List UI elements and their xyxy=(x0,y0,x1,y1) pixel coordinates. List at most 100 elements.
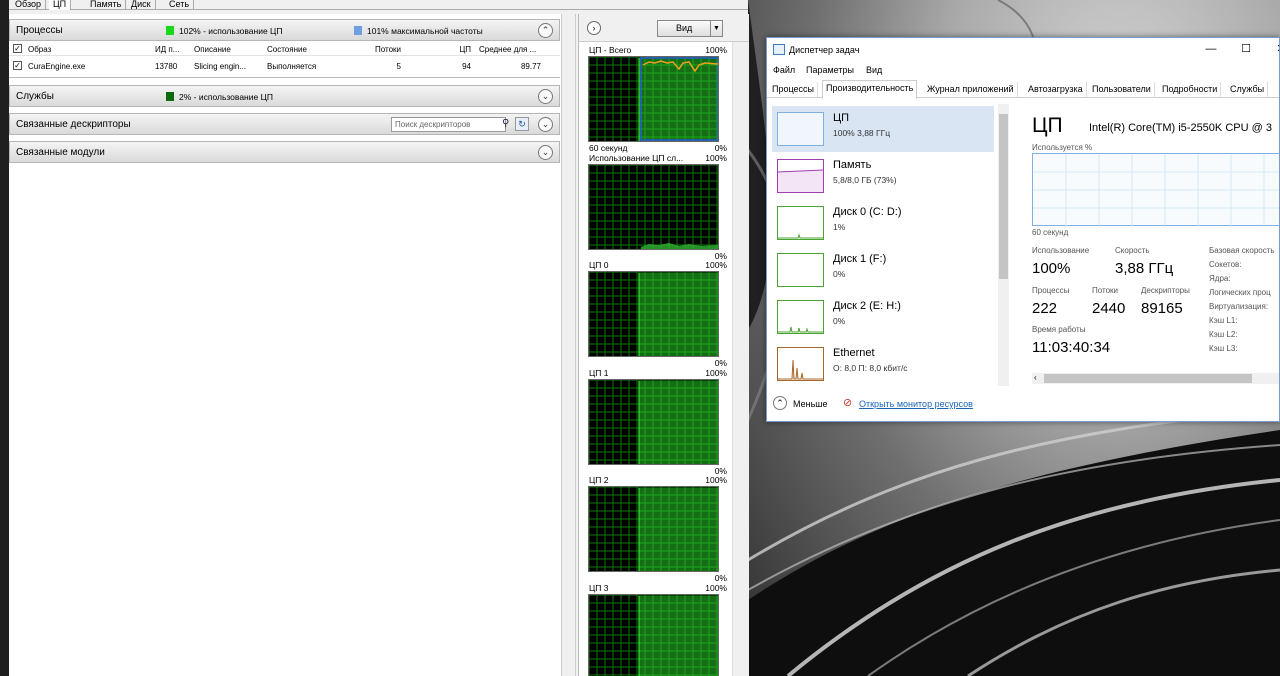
sidebar-item-label: Диск 1 (F:) xyxy=(833,253,887,265)
table-row[interactable]: ✓ CuraEngine.exe 13780 Slicing engin... … xyxy=(9,59,560,73)
resmon-left-pane: Процессы 102% - использование ЦП 101% ма… xyxy=(9,14,561,676)
disk-2-thumbnail xyxy=(777,300,824,334)
sidebar-item-value: 0% xyxy=(833,269,846,279)
sidebar-item-value: 0% xyxy=(833,316,846,326)
menu-file[interactable]: Файл xyxy=(773,65,795,75)
graph-min-label: 0% xyxy=(714,573,727,583)
sidebar-item-label: Диск 0 (C: D:) xyxy=(833,206,902,218)
minimize-icon[interactable]: — xyxy=(1201,42,1221,56)
graph-max-label: 100% xyxy=(705,368,727,378)
processes-section-header[interactable]: Процессы 102% - использование ЦП 101% ма… xyxy=(9,19,560,41)
speed-value: 3,88 ГГц xyxy=(1115,260,1174,277)
sidebar-item-value: 100% 3,88 ГГц xyxy=(833,128,891,138)
chevron-down-icon[interactable]: ⌄ xyxy=(538,145,553,160)
services-section-header[interactable]: Службы 2% - использование ЦП ⌄ xyxy=(9,85,560,107)
graph-pane-toolbar: › Вид ▼ xyxy=(579,14,749,42)
graph-max-label: 100% xyxy=(705,153,727,163)
chevron-up-icon[interactable]: ⌃ xyxy=(773,396,787,410)
tab-app-history[interactable]: Журнал приложений xyxy=(924,82,1018,98)
graph-scrollbar[interactable] xyxy=(732,42,749,676)
detail-sockets: Сокетов: xyxy=(1209,260,1242,269)
cpu-usage-graph xyxy=(1032,153,1279,227)
disk-0-thumbnail xyxy=(777,206,824,240)
menu-view[interactable]: Вид xyxy=(866,65,882,75)
fewer-details-button[interactable]: Меньше xyxy=(793,399,828,409)
menu-options[interactable]: Параметры xyxy=(806,65,854,75)
sidebar-scrollbar[interactable] xyxy=(998,104,1009,386)
refresh-icon[interactable]: ↻ xyxy=(515,117,529,131)
tab-processes[interactable]: Процессы xyxy=(769,82,819,98)
sidebar-item-disk-2[interactable]: Диск 2 (E: H:) 0% xyxy=(772,294,994,340)
maximize-icon[interactable]: ☐ xyxy=(1236,42,1256,56)
task-manager-icon xyxy=(773,44,785,55)
sidebar-item-ethernet[interactable]: Ethernet О: 8,0 П: 8,0 кбит/с xyxy=(772,341,994,387)
processes-value: 222 xyxy=(1032,300,1058,317)
handles-value: 89165 xyxy=(1141,300,1183,317)
tab-startup[interactable]: Автозагрузка xyxy=(1025,82,1087,98)
services-usage-text: 2% - использование ЦП xyxy=(179,92,273,102)
col-cpu[interactable]: ЦП xyxy=(419,45,471,54)
detail-cores: Ядра: xyxy=(1209,274,1231,283)
chevron-down-icon[interactable]: ⌄ xyxy=(538,117,553,132)
open-resource-monitor-link[interactable]: Открыть монитор ресурсов xyxy=(859,399,973,409)
detail-l2: Кэш L2: xyxy=(1209,330,1238,339)
graph-footer: 60 секунд xyxy=(1032,228,1069,237)
scroll-left-icon[interactable]: ‹ xyxy=(1034,373,1037,382)
modules-section-header[interactable]: Связанные модули ⌄ xyxy=(9,141,560,163)
view-dropdown[interactable]: Вид ▼ xyxy=(657,20,723,37)
cpu-graph xyxy=(588,486,719,572)
dropdown-arrow-icon[interactable]: ▼ xyxy=(710,21,722,36)
sidebar-item-label: Диск 2 (E: H:) xyxy=(833,300,901,312)
collapse-up-icon[interactable]: ⌃ xyxy=(538,23,553,38)
tab-disk[interactable]: Диск xyxy=(127,0,156,10)
tab-network[interactable]: Сеть xyxy=(165,0,195,10)
cpu-model: Intel(R) Core(TM) i5-2550K CPU @ 3 xyxy=(1089,122,1272,134)
chevron-down-icon[interactable]: ⌄ xyxy=(538,89,553,104)
cell-cpu: 94 xyxy=(462,62,471,71)
pane-splitter[interactable] xyxy=(561,14,576,676)
col-pid[interactable]: ИД п... xyxy=(155,45,191,54)
detail-horizontal-scrollbar[interactable]: ‹ xyxy=(1032,373,1279,384)
sidebar-item-value: 5,8/8,0 ГБ (73%) xyxy=(833,175,897,185)
horizontal-scroll-thumb[interactable] xyxy=(1044,374,1252,383)
window-title: Диспетчер задач xyxy=(789,45,860,55)
select-all-checkbox[interactable]: ✓ xyxy=(13,44,22,53)
threads-label: Потоки xyxy=(1092,286,1119,295)
handles-section-header[interactable]: Связанные дескрипторы Поиск дескрипторов… xyxy=(9,113,560,135)
sidebar-item-label: ЦП xyxy=(833,112,850,124)
chevron-right-icon[interactable]: › xyxy=(587,21,601,35)
desktop-left-strip xyxy=(0,0,9,676)
tab-performance[interactable]: Производительность xyxy=(822,80,918,99)
resmon-graph-pane: › Вид ▼ ЦП - Всего 100% 60 секунд 0% Использ… xyxy=(578,14,749,676)
cpu-graph xyxy=(588,379,719,465)
usage-value: 100% xyxy=(1032,260,1071,277)
graph-title: ЦП 1 xyxy=(589,368,609,378)
graph-max-label: 100% xyxy=(705,475,727,485)
sidebar-item-memory[interactable]: Память 5,8/8,0 ГБ (73%) xyxy=(772,153,994,199)
sidebar-item-cpu[interactable]: ЦП 100% 3,88 ГГц xyxy=(772,106,994,152)
handles-search-input[interactable]: Поиск дескрипторов xyxy=(391,117,506,132)
col-image[interactable]: Образ xyxy=(28,45,138,54)
col-description[interactable]: Описание xyxy=(194,45,256,54)
col-state[interactable]: Состояние xyxy=(267,45,337,54)
resmon-tab-bar: Обзор ЦП Память Диск Сеть xyxy=(9,0,748,10)
sidebar-item-disk-0[interactable]: Диск 0 (C: D:) 1% xyxy=(772,200,994,246)
tab-overview[interactable]: Обзор xyxy=(11,0,46,10)
detail-base-speed: Базовая скорость xyxy=(1209,246,1275,255)
cpu-graph xyxy=(588,164,719,250)
row-checkbox[interactable]: ✓ xyxy=(13,61,22,70)
memory-thumbnail xyxy=(777,159,824,193)
col-average[interactable]: Среднее для ... xyxy=(479,45,549,54)
tab-services[interactable]: Службы xyxy=(1227,82,1269,98)
sidebar-scroll-thumb[interactable] xyxy=(999,114,1008,279)
tab-users[interactable]: Пользователи xyxy=(1089,82,1155,98)
col-threads[interactable]: Потоки xyxy=(339,45,401,54)
close-icon[interactable]: ✕ xyxy=(1271,42,1279,56)
search-icon[interactable]: ⚲ xyxy=(502,118,509,129)
tab-memory[interactable]: Память xyxy=(86,0,127,10)
tab-details[interactable]: Подробности xyxy=(1159,82,1222,98)
tab-cpu[interactable]: ЦП xyxy=(49,0,72,10)
resource-monitor-icon[interactable]: ⊘ xyxy=(843,396,852,409)
sidebar-item-disk-1[interactable]: Диск 1 (F:) 0% xyxy=(772,247,994,293)
titlebar[interactable]: Диспетчер задач — ☐ ✕ xyxy=(767,38,1279,62)
